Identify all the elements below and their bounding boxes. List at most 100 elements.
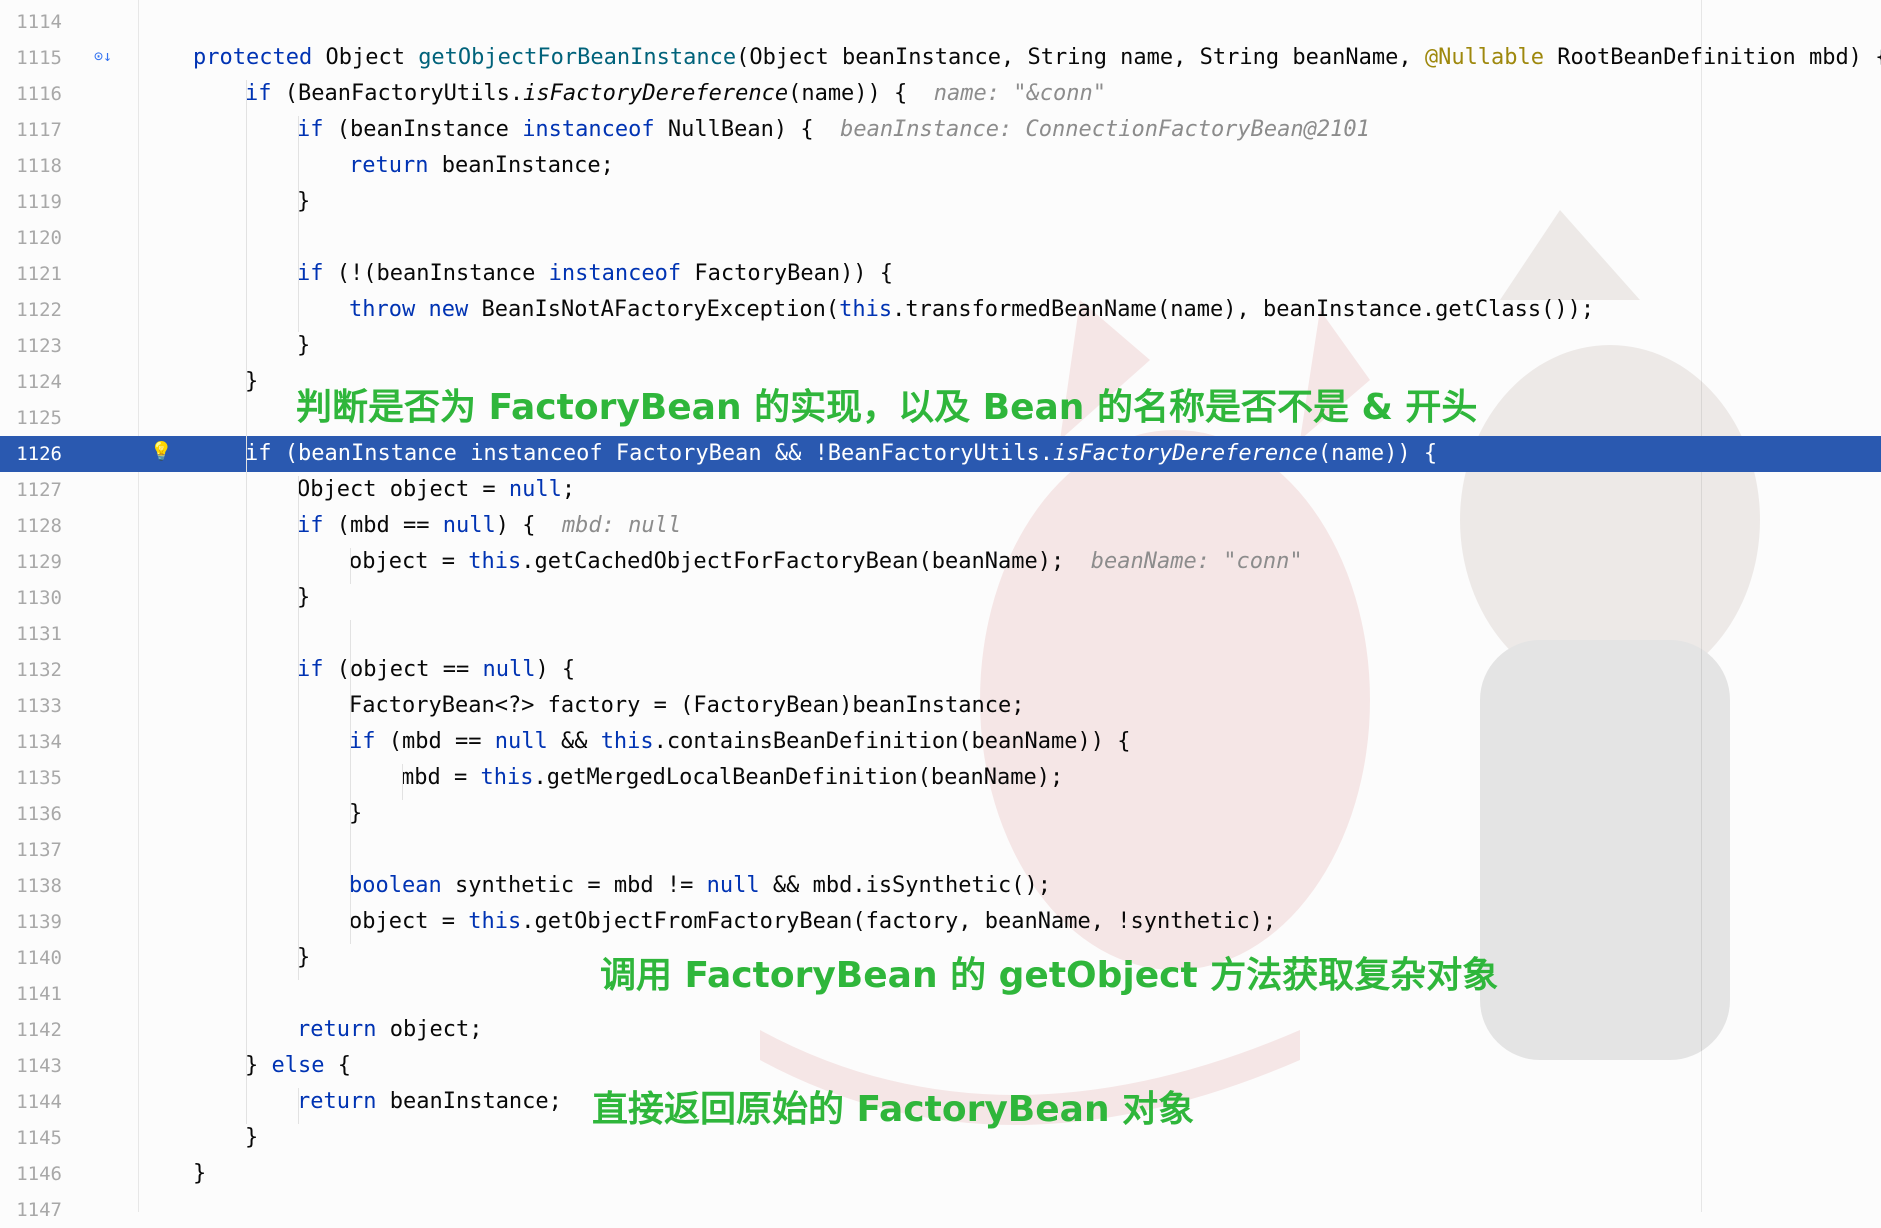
code-token: if (245, 81, 272, 106)
code-line[interactable]: 1131 (0, 616, 1881, 652)
code-line[interactable]: 1120 (0, 220, 1881, 256)
code-text[interactable]: if (beanInstance instanceof FactoryBean … (245, 436, 1437, 472)
line-number[interactable]: 1133 (0, 688, 62, 724)
line-number[interactable]: 1135 (0, 760, 62, 796)
line-number[interactable]: 1131 (0, 616, 62, 652)
line-number[interactable]: 1138 (0, 868, 62, 904)
code-text[interactable]: } else { (245, 1048, 351, 1084)
code-token: } (297, 333, 311, 358)
code-text[interactable]: boolean synthetic = mbd != null && mbd.i… (349, 868, 1051, 904)
code-text[interactable]: Object object = null; (297, 472, 575, 508)
code-line[interactable]: 1114 (0, 4, 1881, 40)
line-number[interactable]: 1124 (0, 364, 62, 400)
code-text[interactable]: throw new BeanIsNotAFactoryException(thi… (349, 292, 1594, 328)
code-line[interactable]: 1142 return object; (0, 1012, 1881, 1048)
code-editor[interactable]: 1114 1115 protected Object getObjectForBea… (0, 0, 1881, 1221)
code-line[interactable]: 1122 throw new BeanIsNotAFactoryException… (0, 292, 1881, 328)
code-text[interactable]: FactoryBean<?> factory = (FactoryBean)be… (349, 688, 1025, 724)
code-line[interactable]: 1147 (0, 1192, 1881, 1228)
code-line[interactable]: 1119} (0, 184, 1881, 220)
line-number[interactable]: 1122 (0, 292, 62, 328)
code-text[interactable]: if (beanInstance instanceof NullBean) { … (297, 112, 1370, 148)
line-number[interactable]: 1123 (0, 328, 62, 364)
code-line[interactable]: 1121 if (!(beanInstance instanceof Factor… (0, 256, 1881, 292)
code-text[interactable]: if (BeanFactoryUtils.isFactoryDereferenc… (245, 76, 1106, 112)
line-number[interactable]: 1142 (0, 1012, 62, 1048)
code-text[interactable]: return beanInstance; (297, 1084, 562, 1120)
code-text[interactable]: } (245, 1120, 258, 1156)
code-line[interactable]: 1134 if (mbd == null && this.containsBean… (0, 724, 1881, 760)
line-number[interactable]: 1139 (0, 904, 62, 940)
code-line[interactable]: 1116 if (BeanFactoryUtils.isFactoryDerefe… (0, 76, 1881, 112)
line-number[interactable]: 1147 (0, 1192, 62, 1228)
line-number[interactable]: 1130 (0, 580, 62, 616)
code-text[interactable]: object = this.getCachedObjectForFactoryB… (349, 544, 1303, 580)
code-token: (name)) { (1317, 441, 1438, 466)
code-text[interactable]: if (mbd == null) { mbd: null (297, 508, 681, 544)
code-token: if (297, 261, 324, 286)
line-number[interactable]: 1137 (0, 832, 62, 868)
code-line[interactable]: 1143 } else { (0, 1048, 1881, 1084)
code-token: } (193, 1161, 207, 1186)
code-line[interactable]: 1130} (0, 580, 1881, 616)
line-number[interactable]: 1117 (0, 112, 62, 148)
line-number[interactable]: 1120 (0, 220, 62, 256)
code-line[interactable]: 1137 (0, 832, 1881, 868)
line-number[interactable]: 1140 (0, 940, 62, 976)
code-area[interactable]: 1114 1115 protected Object getObjectForBea… (0, 0, 1881, 1221)
code-line[interactable]: 1118 return beanInstance; (0, 148, 1881, 184)
code-line[interactable]: 1129 object = this.getCachedObjectForFact… (0, 544, 1881, 580)
debug-inline-value: beanInstance: ConnectionFactoryBean@2101 (840, 117, 1370, 142)
line-number[interactable]: 1143 (0, 1048, 62, 1084)
line-number[interactable]: 1118 (0, 148, 62, 184)
line-number[interactable]: 1125 (0, 400, 62, 436)
line-number[interactable]: 1144 (0, 1084, 62, 1120)
code-text[interactable]: mbd = this.getMergedLocalBeanDefinition(… (401, 760, 1063, 796)
code-text[interactable]: } (193, 1156, 206, 1192)
bulb-icon[interactable]: 💡 (150, 434, 172, 470)
line-number[interactable]: 1136 (0, 796, 62, 832)
code-token: instanceof (548, 261, 682, 286)
code-line[interactable]: 1127 Object object = null; (0, 472, 1881, 508)
code-line[interactable]: 1117 if (beanInstance instanceof NullBean… (0, 112, 1881, 148)
code-token: this (468, 549, 522, 574)
line-number[interactable]: 1121 (0, 256, 62, 292)
code-line-current[interactable]: 1126 if (beanInstance instanceof FactoryB… (0, 436, 1881, 472)
debug-inline-value: name: "&conn" (933, 81, 1106, 106)
code-line[interactable]: 1132 if (object == null) { (0, 652, 1881, 688)
code-line[interactable]: 1128 if (mbd == null) { mbd: null (0, 508, 1881, 544)
code-text[interactable]: return beanInstance; (349, 148, 614, 184)
code-text[interactable]: return object; (297, 1012, 482, 1048)
code-line[interactable]: 1138 boolean synthetic = mbd != null && m… (0, 868, 1881, 904)
line-number[interactable]: 1114 (0, 4, 62, 40)
line-number[interactable]: 1126 (0, 436, 62, 472)
line-number[interactable]: 1128 (0, 508, 62, 544)
code-line[interactable]: 1115 protected Object getObjectForBeanIns… (0, 40, 1881, 76)
code-line[interactable]: 1139 object = this.getObjectFromFactoryBe… (0, 904, 1881, 940)
line-number[interactable]: 1145 (0, 1120, 62, 1156)
code-text[interactable]: if (!(beanInstance instanceof FactoryBea… (297, 256, 893, 292)
code-text[interactable]: object = this.getObjectFromFactoryBean(f… (349, 904, 1276, 940)
code-line[interactable]: 1135 mbd = this.getMergedLocalBeanDefinit… (0, 760, 1881, 796)
line-number[interactable]: 1127 (0, 472, 62, 508)
debug-step-icon[interactable]: ⊙↓ (94, 38, 112, 74)
code-text[interactable]: if (mbd == null && this.containsBeanDefi… (349, 724, 1131, 760)
line-number[interactable]: 1146 (0, 1156, 62, 1192)
line-number[interactable]: 1116 (0, 76, 62, 112)
code-line[interactable]: 1136} (0, 796, 1881, 832)
line-number[interactable]: 1129 (0, 544, 62, 580)
code-text[interactable]: protected Object getObjectForBeanInstanc… (193, 40, 1881, 76)
line-number[interactable]: 1115 (0, 40, 62, 76)
line-number[interactable]: 1132 (0, 652, 62, 688)
code-line[interactable]: 1133 FactoryBean<?> factory = (FactoryBea… (0, 688, 1881, 724)
code-line[interactable]: 1123} (0, 328, 1881, 364)
line-number[interactable]: 1134 (0, 724, 62, 760)
code-token: .getCachedObjectForFactoryBean(beanName)… (521, 549, 1091, 574)
code-line[interactable]: 1146} (0, 1156, 1881, 1192)
line-number[interactable]: 1141 (0, 976, 62, 1012)
code-text[interactable]: } (297, 328, 310, 364)
code-token: { (324, 1053, 351, 1078)
code-text[interactable]: if (object == null) { (297, 652, 575, 688)
code-token: this (839, 297, 893, 322)
line-number[interactable]: 1119 (0, 184, 62, 220)
